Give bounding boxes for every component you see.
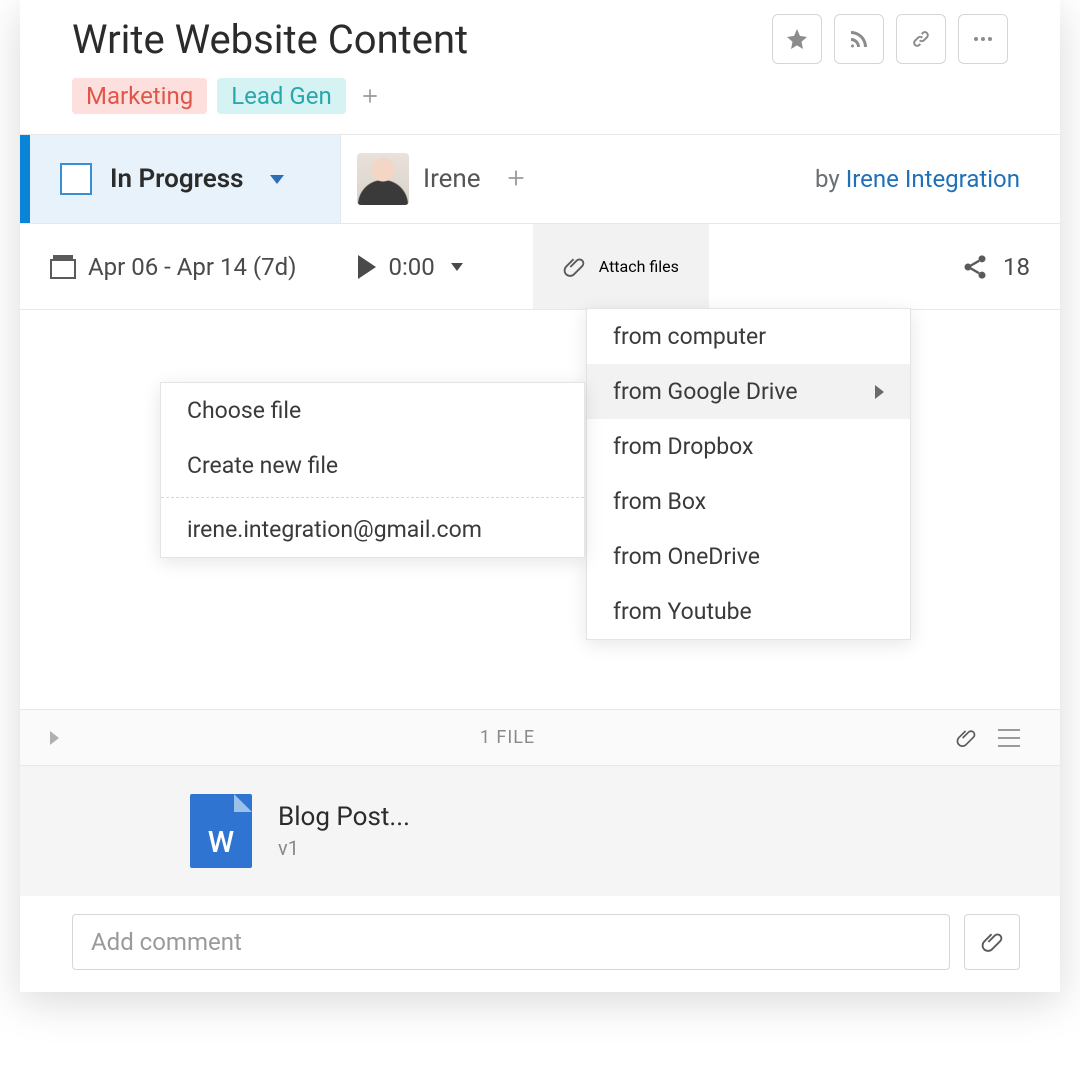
status-label: In Progress <box>110 164 244 194</box>
files-bar: 1 FILE <box>20 710 1060 766</box>
word-doc-icon: W <box>190 794 252 868</box>
attach-files-button[interactable]: Attach files <box>533 224 709 309</box>
drive-submenu-account[interactable]: irene.integration@gmail.com <box>161 502 584 557</box>
header: Write Website Content Marketing Lead Gen <box>20 0 1060 134</box>
attach-menu-item-box[interactable]: from Box <box>587 474 910 529</box>
body-area: from computer from Google Drive from Dro… <box>20 310 1060 710</box>
by-prefix: by <box>815 165 840 193</box>
timer-control[interactable]: 0:00 <box>358 253 462 281</box>
attach-menu-item-youtube[interactable]: from Youtube <box>587 584 910 639</box>
title-actions <box>772 14 1008 64</box>
comment-input[interactable] <box>72 914 950 970</box>
rss-icon <box>847 27 871 51</box>
plus-icon <box>360 86 380 106</box>
comment-attach-button[interactable] <box>964 914 1020 970</box>
calendar-icon <box>50 255 76 279</box>
add-tag-button[interactable] <box>356 82 384 110</box>
attach-label: Attach files <box>599 257 679 276</box>
paperclip-icon <box>563 254 585 280</box>
avatar[interactable] <box>357 153 409 205</box>
add-assignee-button[interactable] <box>505 162 527 197</box>
caret-down-icon <box>270 175 284 184</box>
attach-menu: from computer from Google Drive from Dro… <box>586 308 911 640</box>
comment-bar <box>20 896 1060 992</box>
rss-button[interactable] <box>834 14 884 64</box>
star-button[interactable] <box>772 14 822 64</box>
share-count: 18 <box>1003 253 1030 281</box>
tag-lead-gen[interactable]: Lead Gen <box>217 78 346 114</box>
attach-menu-item-computer[interactable]: from computer <box>587 309 910 364</box>
file-name[interactable]: Blog Post... <box>278 802 410 832</box>
task-title[interactable]: Write Website Content <box>72 16 468 63</box>
status-selector[interactable]: In Progress <box>20 135 340 223</box>
more-button[interactable] <box>958 14 1008 64</box>
attach-menu-item-onedrive[interactable]: from OneDrive <box>587 529 910 584</box>
paperclip-icon <box>981 930 1003 954</box>
doc-glyph: W <box>208 825 234 860</box>
menu-item-label: from Google Drive <box>613 378 798 405</box>
drive-submenu-create[interactable]: Create new file <box>161 438 584 493</box>
file-version: v1 <box>278 836 410 860</box>
tag-marketing[interactable]: Marketing <box>72 78 207 114</box>
share-block[interactable]: 18 <box>961 253 1030 281</box>
play-icon <box>358 255 376 279</box>
chevron-right-icon[interactable] <box>50 731 59 745</box>
attach-menu-item-google-drive[interactable]: from Google Drive <box>587 364 910 419</box>
chevron-right-icon <box>875 385 884 399</box>
plus-icon <box>505 167 527 189</box>
assignee-cell: Irene <box>340 135 543 223</box>
byline: by Irene Integration <box>815 135 1060 223</box>
attach-menu-item-dropbox[interactable]: from Dropbox <box>587 419 910 474</box>
author-link[interactable]: Irene Integration <box>846 165 1020 193</box>
more-icon <box>971 27 995 51</box>
paperclip-icon[interactable] <box>956 727 976 749</box>
menu-separator <box>161 497 584 498</box>
link-button[interactable] <box>896 14 946 64</box>
timer-value: 0:00 <box>388 253 434 281</box>
tags-row: Marketing Lead Gen <box>72 78 1008 114</box>
star-icon <box>785 27 809 51</box>
file-row[interactable]: W Blog Post... v1 <box>20 766 1060 896</box>
link-icon <box>909 27 933 51</box>
status-row: In Progress Irene by Irene Integration <box>20 134 1060 224</box>
list-view-icon[interactable] <box>998 729 1020 747</box>
task-card: Write Website Content Marketing Lead Gen <box>20 0 1060 992</box>
meta-row: Apr 06 - Apr 14 (7d) 0:00 Attach files 1… <box>20 224 1060 310</box>
files-count: 1 FILE <box>59 727 956 748</box>
drive-submenu-choose[interactable]: Choose file <box>161 383 584 438</box>
file-meta: Blog Post... v1 <box>278 802 410 860</box>
title-row: Write Website Content <box>72 14 1008 64</box>
caret-down-icon <box>451 263 463 271</box>
complete-checkbox[interactable] <box>60 163 92 195</box>
drive-submenu: Choose file Create new file irene.integr… <box>160 382 585 558</box>
assignee-name[interactable]: Irene <box>423 164 481 194</box>
date-range-text: Apr 06 - Apr 14 (7d) <box>88 253 296 281</box>
share-icon <box>961 253 989 281</box>
date-range[interactable]: Apr 06 - Apr 14 (7d) <box>50 253 296 281</box>
